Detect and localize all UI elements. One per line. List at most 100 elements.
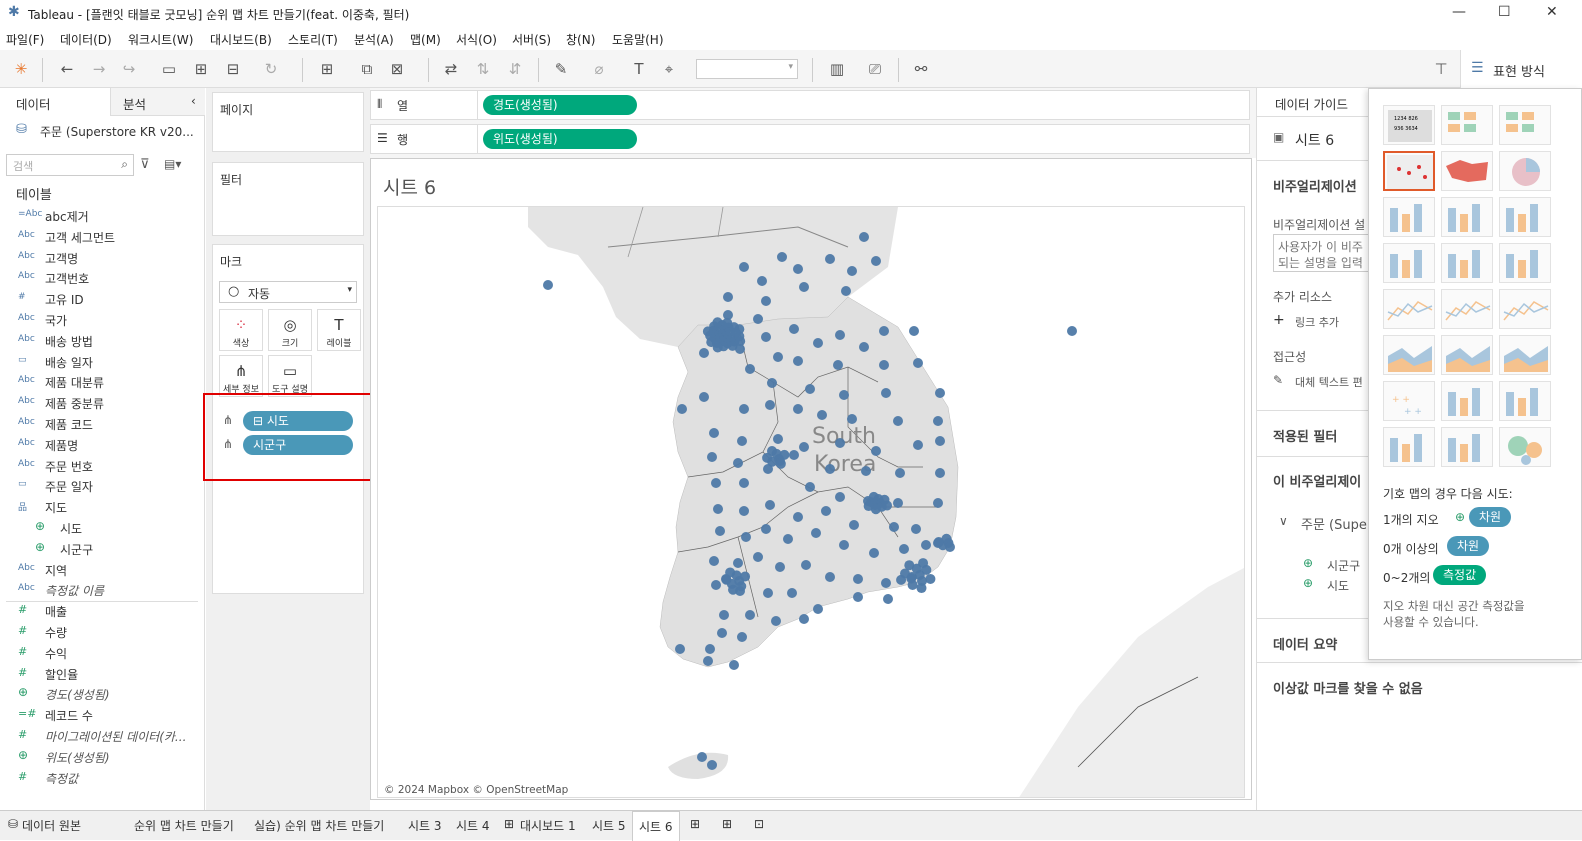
map-mark[interactable] (881, 388, 891, 398)
map-mark[interactable] (904, 560, 915, 571)
map-mark[interactable] (859, 342, 869, 352)
field-item[interactable]: Abc 제품 코드 (0, 414, 204, 434)
field-item[interactable]: ⊕ 시도 (0, 518, 204, 538)
map-mark[interactable] (765, 400, 775, 410)
map-mark[interactable] (543, 280, 553, 290)
close-icon[interactable]: ✕ (1546, 4, 1558, 20)
field-item[interactable]: ▭ 주문 일자 (0, 476, 204, 496)
tab-dashboard[interactable]: 대시보드 1 (520, 817, 576, 834)
map-mark[interactable] (853, 592, 863, 602)
new-worksheet-icon[interactable]: ⊞ (690, 817, 700, 831)
map-mark[interactable] (789, 324, 799, 334)
view-options-icon[interactable]: ▤▾ (164, 157, 181, 171)
map-mark[interactable] (893, 498, 903, 508)
map-mark[interactable] (793, 512, 803, 522)
map-mark[interactable] (793, 264, 803, 274)
field-item[interactable]: # 고유 ID (0, 289, 204, 309)
map-mark[interactable] (813, 604, 823, 614)
map-mark[interactable] (821, 506, 831, 516)
map-mark[interactable] (739, 262, 749, 272)
pin-icon[interactable]: ⌖ (658, 59, 680, 81)
map-mark[interactable] (916, 583, 927, 594)
map-mark[interactable] (739, 404, 749, 414)
showme-button[interactable]: ☰ 표현 방식 (1460, 50, 1582, 88)
field-item[interactable]: Abc 측정값 이름 (0, 580, 204, 600)
map-mark[interactable] (805, 384, 815, 394)
replay-icon[interactable]: ↪ (118, 59, 140, 81)
map-mark[interactable] (944, 541, 955, 552)
map-mark[interactable] (835, 492, 845, 502)
showme-filled-map-icon[interactable] (1441, 151, 1493, 191)
map-mark[interactable] (741, 532, 751, 542)
filter-icon[interactable]: ⊽ (140, 157, 150, 172)
columns-pill-longitude[interactable]: 경도(생성됨) (483, 95, 637, 115)
showme-horizontal-bar-icon[interactable] (1383, 197, 1435, 237)
field-item[interactable]: =# 레코드 수 (0, 705, 204, 725)
menu-data[interactable]: 데이터(D) (60, 31, 112, 48)
map-mark[interactable] (711, 478, 721, 488)
map-mark[interactable] (728, 584, 739, 595)
map-mark[interactable] (879, 326, 889, 336)
map-mark[interactable] (745, 364, 755, 374)
showme-area-discrete-icon[interactable] (1441, 335, 1493, 375)
showme-box-whisker-icon[interactable] (1499, 381, 1551, 421)
map-mark[interactable] (761, 296, 771, 306)
refresh-icon[interactable]: ↻ (260, 59, 282, 81)
showme-treemap-icon[interactable] (1383, 243, 1435, 283)
map-mark[interactable] (896, 574, 907, 585)
field-item[interactable]: Abc 고객 세그먼트 (0, 227, 204, 247)
map-mark[interactable] (675, 644, 685, 654)
map-mark[interactable] (799, 614, 809, 624)
map-mark[interactable] (835, 330, 845, 340)
rows-shelf[interactable]: ☰ 행 위도(생성됨) (370, 124, 1250, 154)
tab-analysis[interactable]: 분석 ‹ (110, 88, 205, 116)
showme-side-by-side-bar-icon[interactable] (1499, 197, 1551, 237)
map-mark[interactable] (933, 537, 944, 548)
size-button[interactable]: ◎ 크기 (268, 309, 312, 351)
map-mark[interactable] (793, 404, 803, 414)
map-mark[interactable] (709, 428, 719, 438)
map-mark[interactable] (793, 356, 803, 366)
description-input[interactable]: 사용자가 이 비주 되는 설명을 입력 (1273, 234, 1373, 272)
map-mark[interactable] (702, 326, 713, 337)
map-mark[interactable] (839, 390, 849, 400)
map-mark[interactable] (729, 660, 739, 670)
tab-datasource[interactable]: 데이터 원본 (22, 817, 81, 834)
map-mark[interactable] (881, 578, 891, 588)
field-item[interactable]: Abc 주문 번호 (0, 456, 204, 476)
map-mark[interactable] (745, 610, 755, 620)
map-mark[interactable] (825, 254, 835, 264)
map-mark[interactable] (859, 232, 869, 242)
filters-card[interactable]: 필터 (212, 162, 364, 236)
color-button[interactable]: ⁘ 색상 (219, 309, 263, 351)
presentation-icon[interactable]: ⎚ (864, 59, 886, 81)
map-mark[interactable] (735, 336, 746, 347)
map-mark[interactable] (779, 449, 790, 460)
detail-button[interactable]: ⋔ 세부 정보 (219, 355, 263, 397)
field-item[interactable]: # 할인율 (0, 664, 204, 684)
map-mark[interactable] (783, 534, 793, 544)
map-mark[interactable] (773, 434, 783, 444)
map-mark[interactable] (789, 450, 799, 460)
map-mark[interactable] (935, 468, 945, 478)
menu-file[interactable]: 파일(F) (6, 31, 44, 48)
undo-icon[interactable]: ← (56, 59, 78, 81)
tableau-home-icon[interactable]: ✳ (10, 59, 32, 81)
map-mark[interactable] (805, 482, 815, 492)
map-mark[interactable] (907, 579, 918, 590)
rows-pill-latitude[interactable]: 위도(생성됨) (483, 129, 637, 149)
map-mark[interactable] (711, 580, 721, 590)
clear-sheet-icon[interactable]: ⊠ (386, 59, 408, 81)
group-icon[interactable]: ⌀ (588, 59, 610, 81)
field-item[interactable]: =Abc abc제거 (0, 206, 204, 226)
map-mark[interactable] (763, 588, 773, 598)
field-item[interactable]: Abc 지역 (0, 560, 204, 580)
duplicate-icon[interactable]: ⧉ (356, 59, 378, 81)
field-item[interactable]: Abc 국가 (0, 310, 204, 330)
map-mark[interactable] (871, 256, 881, 266)
save-icon[interactable]: ▭ (158, 59, 180, 81)
map-mark[interactable] (839, 540, 849, 550)
field-item[interactable]: Abc 제품명 (0, 435, 204, 455)
swap-icon[interactable]: ⇄ (440, 59, 462, 81)
map-mark[interactable] (841, 286, 851, 296)
